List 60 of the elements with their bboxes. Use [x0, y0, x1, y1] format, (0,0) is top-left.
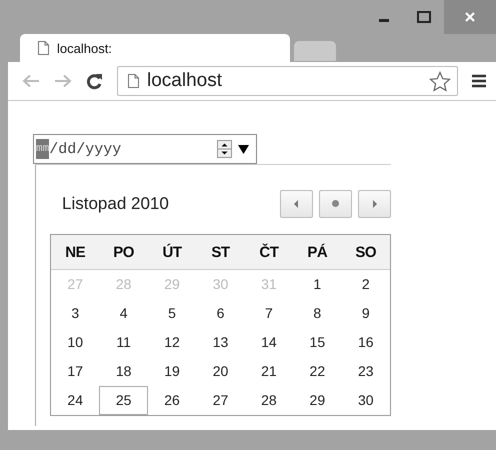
left-triangle-icon — [294, 200, 299, 208]
day-cell[interactable]: 17 — [51, 357, 100, 386]
day-cell[interactable]: 8 — [293, 299, 342, 328]
maximize-icon[interactable] — [417, 11, 431, 23]
weekday-header: PO — [112, 244, 135, 260]
day-cell[interactable]: 4 — [99, 299, 148, 328]
day-cell[interactable]: 29 — [293, 386, 342, 415]
month-title: Listopad 2010 — [62, 194, 169, 214]
day-cell[interactable]: 22 — [293, 357, 342, 386]
day-cell[interactable]: 9 — [342, 299, 390, 328]
browser-tab[interactable]: localhost: — [20, 34, 290, 62]
address-bar[interactable]: localhost — [117, 66, 458, 96]
menu-icon[interactable] — [472, 74, 486, 88]
weekday-header: ST — [210, 244, 231, 260]
day-cell[interactable]: 26 — [148, 386, 196, 415]
weekday-header: NE — [64, 244, 86, 260]
address-text: localhost — [147, 70, 223, 92]
close-button[interactable] — [444, 0, 496, 34]
day-cell[interactable]: 5 — [148, 299, 196, 328]
today-button[interactable] — [319, 190, 352, 218]
day-cell[interactable]: 6 — [196, 299, 245, 328]
day-cell[interactable]: 7 — [244, 299, 294, 328]
day-cell[interactable]: 30 — [342, 386, 390, 415]
spin-button[interactable] — [217, 140, 232, 158]
separator-text: / — [76, 140, 86, 158]
day-cell[interactable]: 1 — [293, 270, 342, 299]
day-cell[interactable]: 10 — [51, 328, 100, 357]
day-cell[interactable]: 27 — [196, 386, 245, 415]
page-icon — [38, 41, 49, 55]
day-cell[interactable]: 16 — [342, 328, 390, 357]
day-cell[interactable]: 23 — [342, 357, 390, 386]
day-cell[interactable]: 25 — [99, 386, 148, 415]
day-cell[interactable]: 14 — [244, 328, 294, 357]
day-cell[interactable]: 15 — [293, 328, 342, 357]
day-cell[interactable]: 24 — [51, 386, 100, 415]
dot-icon — [332, 200, 339, 207]
day-cell[interactable]: 2 — [342, 270, 390, 299]
weekday-header: SO — [354, 244, 378, 260]
right-triangle-icon — [372, 200, 377, 208]
weekday-header: PÁ — [306, 244, 328, 260]
separator-text: / — [49, 140, 58, 158]
page-icon — [128, 74, 139, 88]
day-segment[interactable]: dd — [58, 140, 76, 158]
day-cell[interactable]: 3 — [51, 299, 100, 328]
close-icon — [464, 11, 476, 23]
year-segment[interactable]: yyyy — [85, 140, 122, 158]
day-cell[interactable]: 18 — [99, 357, 148, 386]
day-cell[interactable]: 28 — [244, 386, 294, 415]
weekday-header: ČT — [258, 244, 280, 260]
weekday-header: ÚT — [162, 244, 183, 260]
day-cell[interactable]: 11 — [99, 328, 148, 357]
dropdown-arrow-icon[interactable] — [238, 144, 249, 154]
date-input[interactable]: mm/dd/yyyy — [33, 134, 257, 164]
star-icon[interactable] — [429, 70, 451, 92]
day-cell[interactable]: 20 — [196, 357, 245, 386]
day-cell[interactable]: 12 — [148, 328, 196, 357]
reload-icon[interactable] — [86, 72, 103, 90]
day-cell[interactable]: 13 — [196, 328, 245, 357]
day-cell[interactable]: 19 — [148, 357, 196, 386]
day-cell[interactable]: 21 — [244, 357, 294, 386]
